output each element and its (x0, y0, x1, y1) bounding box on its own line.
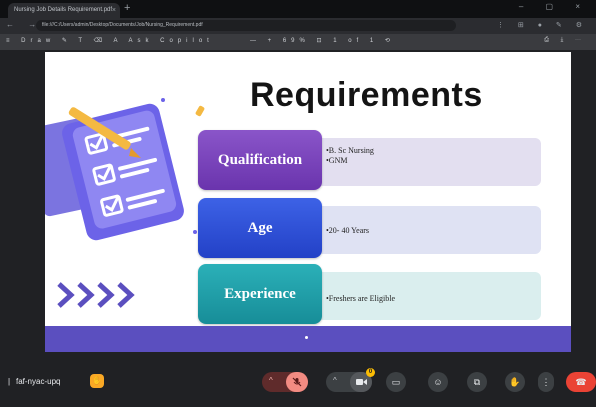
chevron-arrows-icon (57, 282, 135, 308)
requirement-label: Experience (198, 264, 322, 324)
mic-off-button[interactable] (286, 372, 308, 392)
url-field[interactable]: file:///C:/Users/admin/Desktop/Documents… (36, 20, 456, 31)
camera-control[interactable]: ^ 0 (326, 368, 375, 392)
browser-tabstrip: Nursing Job Details Requirement.pdf × + … (0, 0, 596, 18)
microphone-control[interactable]: ^ (262, 372, 308, 392)
detail-line: •Freshers are Eligible (326, 294, 395, 303)
requirement-row-experience: •Freshers are Eligible Experience (198, 264, 541, 324)
detail-line: •B. Sc Nursing (326, 146, 374, 155)
new-tab-button[interactable]: + (124, 2, 130, 14)
more-options-button[interactable]: ⋮ (538, 372, 554, 392)
emoji-icon: ☺ (433, 377, 443, 387)
mic-off-icon (292, 377, 302, 387)
emoji-button[interactable]: ☺ (428, 372, 448, 392)
slide-footer-band (45, 326, 571, 352)
more-icon: ⋮ (541, 376, 551, 387)
divider: | (8, 377, 11, 386)
requirement-details: •Freshers are Eligible (296, 272, 541, 320)
browser-tab[interactable]: Nursing Job Details Requirement.pdf × (8, 3, 120, 18)
camera-button[interactable]: 0 (350, 368, 375, 392)
warning-badge: 0 (366, 368, 375, 377)
present-button[interactable]: ⧉ (467, 372, 487, 392)
screen: Nursing Job Details Requirement.pdf × + … (0, 0, 596, 407)
requirement-row-qualification: •B. Sc Nursing •GNM Qualification (198, 130, 541, 190)
raised-hand-chip[interactable]: ✋ (90, 374, 104, 388)
meeting-control-bar: | faf-nyac-upq ✋ ^ ^ 0 ▭ ☺ ⧉ ✋ ⋮ ☎ (0, 360, 596, 407)
meeting-code: faf-nyac-upq (16, 377, 61, 386)
window-controls[interactable]: – ▢ × (519, 2, 590, 11)
extensions-toolbar[interactable]: ⋮ ⊞ ● ✎ ⚙ (497, 21, 588, 29)
pdf-toolbar: ≡ Draw ✎ T ⌫ A Ask Copilot — + 69% ⊡ 1 o… (0, 34, 596, 50)
chevron-up-icon[interactable]: ^ (333, 376, 337, 385)
captions-button[interactable]: ▭ (386, 372, 406, 392)
requirement-details: •B. Sc Nursing •GNM (296, 138, 541, 186)
chevron-up-icon[interactable]: ^ (269, 376, 273, 385)
tab-title: Nursing Job Details Requirement.pdf (14, 7, 113, 13)
requirement-details: •20- 40 Years (296, 206, 541, 254)
present-icon: ⧉ (473, 376, 481, 387)
shared-slide: Requirements •B. Sc Nursing •GNM Qualifi… (45, 52, 571, 352)
captions-icon: ▭ (391, 376, 401, 387)
footer-dot (305, 336, 308, 339)
detail-line: •20- 40 Years (326, 226, 370, 235)
requirement-label: Age (198, 198, 322, 258)
pdf-tools-right[interactable]: ⎙ ⤓ ⋯ (544, 37, 586, 44)
requirement-label: Qualification (198, 130, 322, 190)
address-bar-row: ← → ↻ file:///C:/Users/admin/Desktop/Doc… (0, 18, 596, 34)
slide-title: Requirements (250, 76, 483, 114)
checklist-illustration (45, 98, 205, 241)
phone-icon: ☎ (575, 376, 587, 387)
close-icon[interactable]: × (112, 3, 116, 18)
requirement-row-age: •20- 40 Years Age (198, 198, 541, 258)
leave-call-button[interactable]: ☎ (566, 372, 596, 392)
hand-icon: ✋ (509, 376, 521, 387)
raise-hand-button[interactable]: ✋ (505, 372, 525, 392)
camera-icon (355, 379, 367, 385)
detail-line: •GNM (326, 156, 348, 165)
pdf-tools-left[interactable]: ≡ Draw ✎ T ⌫ A Ask Copilot (6, 37, 214, 44)
pdf-zoom-controls[interactable]: — + 69% ⊡ 1 of 1 ⟲ (250, 37, 395, 44)
